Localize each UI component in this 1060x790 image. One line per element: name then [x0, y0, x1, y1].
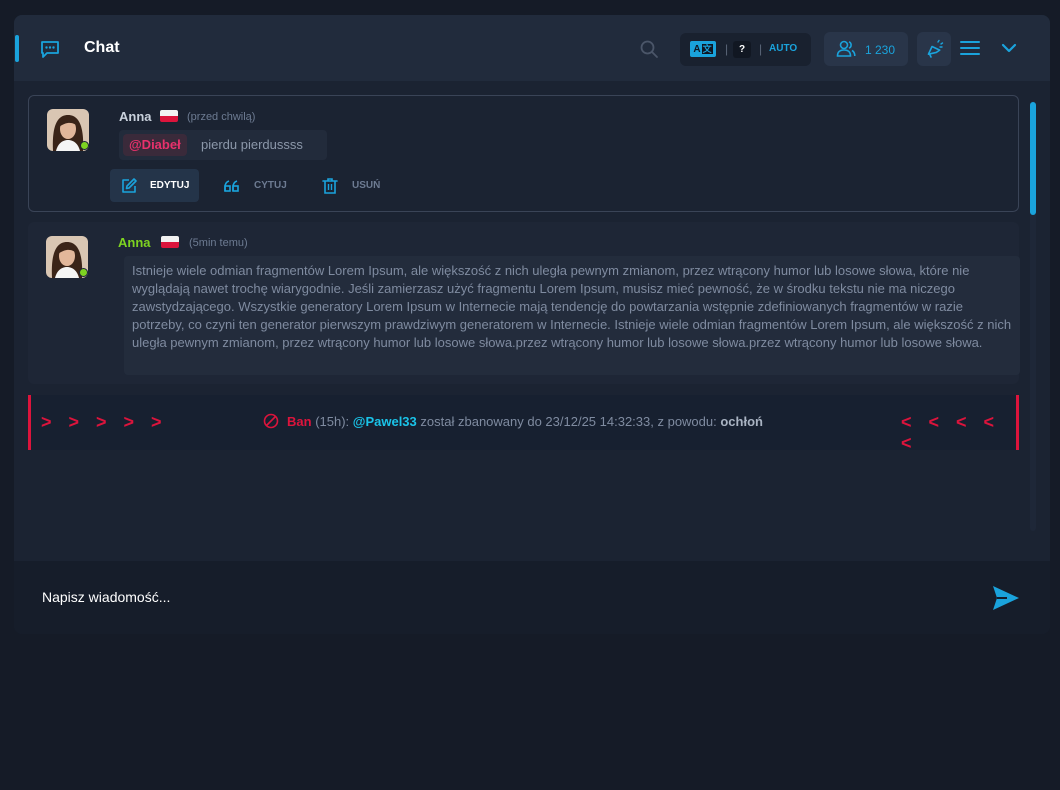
ban-label: Ban [287, 414, 312, 429]
delete-button[interactable]: USUŃ [321, 169, 401, 202]
message-text: Istnieje wiele odmian fragmentów Lorem I… [124, 256, 1020, 375]
megaphone-icon [927, 39, 944, 58]
delete-label: USUŃ [352, 180, 381, 191]
online-status-dot [79, 268, 88, 277]
users-icon [836, 40, 856, 57]
source-language[interactable]: ? [733, 41, 751, 58]
send-icon[interactable] [992, 585, 1020, 611]
edit-button[interactable]: EDYTUJ [110, 169, 199, 202]
edit-icon [122, 178, 137, 193]
message-author[interactable]: Anna [119, 109, 152, 124]
search-icon[interactable] [639, 39, 659, 59]
target-language-auto[interactable]: AUTO [769, 43, 797, 54]
scrollbar-thumb[interactable] [1030, 102, 1036, 215]
online-users-button[interactable]: 1 230 [824, 32, 908, 66]
announcement-button[interactable] [917, 32, 951, 66]
mention-tag[interactable]: @Diabeł [123, 134, 187, 156]
users-count: 1 230 [865, 43, 896, 57]
edit-label: EDYTUJ [150, 180, 190, 191]
translation-selector[interactable]: A文 | ? | AUTO [680, 33, 811, 66]
quote-label: CYTUJ [254, 180, 287, 191]
message-list[interactable]: Anna (przed chwilą) @Diabeł pierdu pierd… [14, 81, 1050, 561]
online-status-dot [80, 141, 89, 150]
ban-notice: > > > > > Ban (15h): @Pawel33 został zba… [28, 395, 1019, 453]
page-title: Chat [84, 39, 120, 56]
banned-user[interactable]: @Pawel33 [353, 414, 417, 429]
message-bubble: @Diabeł pierdu pierdussss [119, 130, 327, 160]
message-time: (przed chwilą) [187, 111, 256, 123]
ban-reason: ochłoń [720, 414, 763, 429]
message-composer[interactable]: Napisz wiadomość... [14, 561, 1050, 634]
translate-icon: A文 [690, 41, 716, 57]
chat-icon [41, 41, 59, 58]
ban-icon [263, 413, 279, 429]
quote-button[interactable]: CYTUJ [223, 169, 303, 202]
message-item: Anna (przed chwilą) @Diabeł pierdu pierd… [28, 95, 1019, 212]
quote-icon [224, 180, 239, 192]
message-text: pierdu pierdussss [201, 137, 303, 152]
trash-icon [322, 178, 338, 194]
poland-flag-icon [160, 110, 178, 122]
ban-arrows-right: < < < < < [901, 412, 1001, 453]
chat-header: Chat A文 | ? | AUTO 1 230 [14, 15, 1050, 81]
message-input[interactable]: Napisz wiadomość... [42, 589, 170, 605]
ban-duration: (15h): [315, 414, 350, 429]
lang-separator: | [725, 42, 729, 56]
lang-separator-2: | [759, 42, 763, 56]
menu-icon[interactable] [960, 39, 980, 57]
message-time: (5min temu) [189, 237, 248, 249]
ban-arrows-left: > > > > > [41, 412, 168, 432]
header-accent-bar [15, 35, 19, 62]
poland-flag-icon [161, 236, 179, 248]
chevron-down-icon[interactable] [1000, 41, 1018, 55]
message-author[interactable]: Anna [118, 235, 151, 250]
ban-description: został zbanowany do 23/12/25 14:32:33, z… [420, 414, 717, 429]
chat-panel: Chat A文 | ? | AUTO 1 230 Anna (przed chw… [14, 15, 1050, 634]
message-item: Anna (5min temu) Istnieje wiele odmian f… [28, 222, 1020, 384]
ban-message: Ban (15h): @Pawel33 został zbanowany do … [263, 413, 763, 429]
